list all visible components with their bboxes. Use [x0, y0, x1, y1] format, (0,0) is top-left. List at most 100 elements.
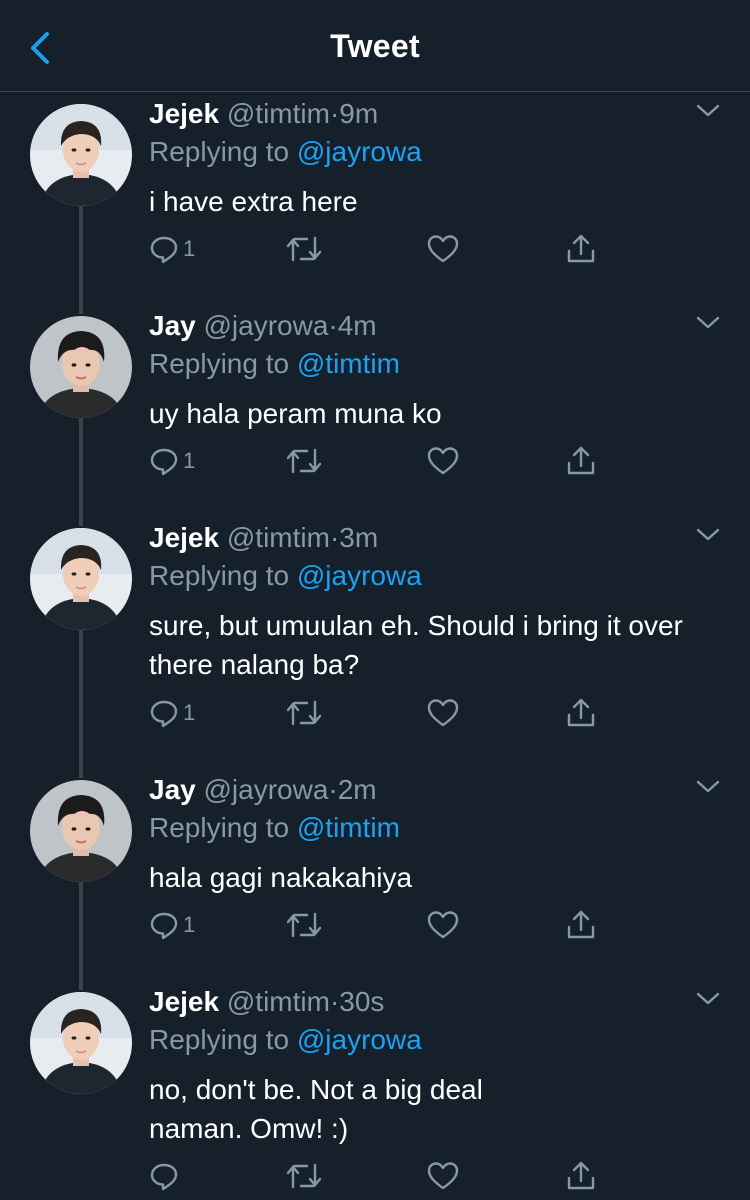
tweet-actions — [149, 1156, 619, 1196]
tweet-menu-button[interactable] — [694, 520, 722, 548]
tweet-time: 9m — [339, 98, 379, 129]
like-button[interactable] — [427, 441, 459, 481]
separator-dot: · — [328, 310, 338, 341]
tweet-actions: 1 — [149, 905, 619, 945]
tweet[interactable]: Jejek @timtim·3m Replying to @jayrowa su… — [0, 520, 750, 778]
like-button[interactable] — [427, 905, 459, 945]
reply-count: 1 — [183, 700, 196, 725]
reply-icon — [150, 700, 178, 728]
reply-button[interactable]: 1 — [149, 693, 195, 733]
tweet-text: sure, but umuulan eh. Should i bring it … — [149, 610, 683, 680]
thread-connector-line — [79, 414, 83, 526]
tweet[interactable]: Jejek @timtim·30s Replying to @jayrowa n… — [0, 986, 750, 1200]
author-name[interactable]: Jay — [149, 774, 196, 805]
like-button[interactable] — [427, 229, 459, 269]
share-icon — [567, 698, 595, 727]
caret-down-icon — [696, 780, 720, 793]
share-button[interactable] — [565, 693, 597, 733]
share-icon — [567, 1161, 595, 1190]
reply-icon — [150, 448, 178, 476]
author-handle[interactable]: @jayrowa — [204, 310, 329, 341]
like-button[interactable] — [427, 1156, 459, 1196]
retweet-button[interactable] — [285, 693, 323, 733]
retweet-icon — [286, 700, 322, 726]
tweet-text: no, don't be. Not a big deal naman. Omw!… — [149, 1074, 483, 1144]
tweet-menu-button[interactable] — [694, 984, 722, 1012]
share-icon — [567, 234, 595, 263]
share-button[interactable] — [565, 441, 597, 481]
author-name[interactable]: Jejek — [149, 986, 219, 1017]
share-button[interactable] — [565, 905, 597, 945]
like-button[interactable] — [427, 693, 459, 733]
replying-to-mention[interactable]: @jayrowa — [297, 1024, 422, 1055]
reply-count: 1 — [183, 448, 196, 473]
replying-to-label: Replying to — [149, 560, 290, 591]
caret-down-icon — [696, 992, 720, 1005]
tweet-menu-button[interactable] — [694, 308, 722, 336]
tweet-text: i have extra here — [149, 186, 358, 217]
tweet-time: 3m — [339, 522, 379, 553]
replying-to-label: Replying to — [149, 1024, 290, 1055]
reply-button[interactable]: 1 — [149, 441, 195, 481]
replying-to-mention[interactable]: @timtim — [297, 348, 400, 379]
author-handle[interactable]: @timtim — [227, 98, 330, 129]
reply-icon — [150, 912, 178, 940]
tweet-menu-button[interactable] — [694, 772, 722, 800]
like-heart-icon — [427, 447, 459, 475]
author-name[interactable]: Jejek — [149, 98, 219, 129]
reply-button[interactable] — [149, 1156, 183, 1196]
avatar[interactable] — [30, 104, 132, 206]
retweet-icon — [286, 1163, 322, 1189]
separator-dot: · — [329, 522, 340, 553]
reply-count: 1 — [183, 236, 196, 261]
page-title: Tweet — [330, 28, 420, 64]
avatar[interactable] — [30, 316, 132, 418]
share-button[interactable] — [565, 1156, 597, 1196]
author-handle[interactable]: @timtim — [227, 522, 330, 553]
author-handle[interactable]: @jayrowa — [204, 774, 329, 805]
separator-dot: · — [328, 774, 338, 805]
retweet-icon — [286, 912, 322, 938]
author-name[interactable]: Jay — [149, 310, 196, 341]
tweet[interactable]: Jay @jayrowa·4m Replying to @timtim uy h… — [0, 308, 750, 526]
replying-to-label: Replying to — [149, 348, 290, 379]
retweet-icon — [286, 236, 322, 262]
caret-down-icon — [696, 528, 720, 541]
thread-connector-line — [79, 878, 83, 990]
reply-icon — [150, 1163, 178, 1191]
tweet-time: 2m — [337, 774, 377, 805]
avatar-jejek — [30, 104, 132, 206]
tweet-actions: 1 — [149, 229, 619, 269]
retweet-button[interactable] — [285, 229, 323, 269]
retweet-icon — [286, 448, 322, 474]
avatar[interactable] — [30, 780, 132, 882]
reply-icon — [150, 236, 178, 264]
retweet-button[interactable] — [285, 441, 323, 481]
separator-dot: · — [329, 98, 340, 129]
caret-down-icon — [696, 104, 720, 117]
replying-to-mention[interactable]: @jayrowa — [297, 560, 422, 591]
retweet-button[interactable] — [285, 905, 323, 945]
share-button[interactable] — [565, 229, 597, 269]
avatar[interactable] — [30, 528, 132, 630]
author-name[interactable]: Jejek — [149, 522, 219, 553]
replying-to-mention[interactable]: @jayrowa — [297, 136, 422, 167]
reply-count: 1 — [183, 912, 196, 937]
share-icon — [567, 446, 595, 475]
like-heart-icon — [427, 1162, 459, 1190]
avatar-jejek — [30, 992, 132, 1094]
reply-button[interactable]: 1 — [149, 229, 195, 269]
author-handle[interactable]: @timtim — [227, 986, 330, 1017]
replying-to-label: Replying to — [149, 812, 290, 843]
share-icon — [567, 910, 595, 939]
replying-to-mention[interactable]: @timtim — [297, 812, 400, 843]
avatar-jay — [30, 316, 132, 418]
retweet-button[interactable] — [285, 1156, 323, 1196]
avatar-jay — [30, 780, 132, 882]
tweet-menu-button[interactable] — [694, 96, 722, 124]
avatar[interactable] — [30, 992, 132, 1094]
reply-button[interactable]: 1 — [149, 905, 195, 945]
tweet[interactable]: Jejek @timtim·9m Replying to @jayrowa i … — [0, 96, 750, 314]
tweet-time: 30s — [339, 986, 385, 1017]
tweet[interactable]: Jay @jayrowa·2m Replying to @timtim hala… — [0, 772, 750, 990]
